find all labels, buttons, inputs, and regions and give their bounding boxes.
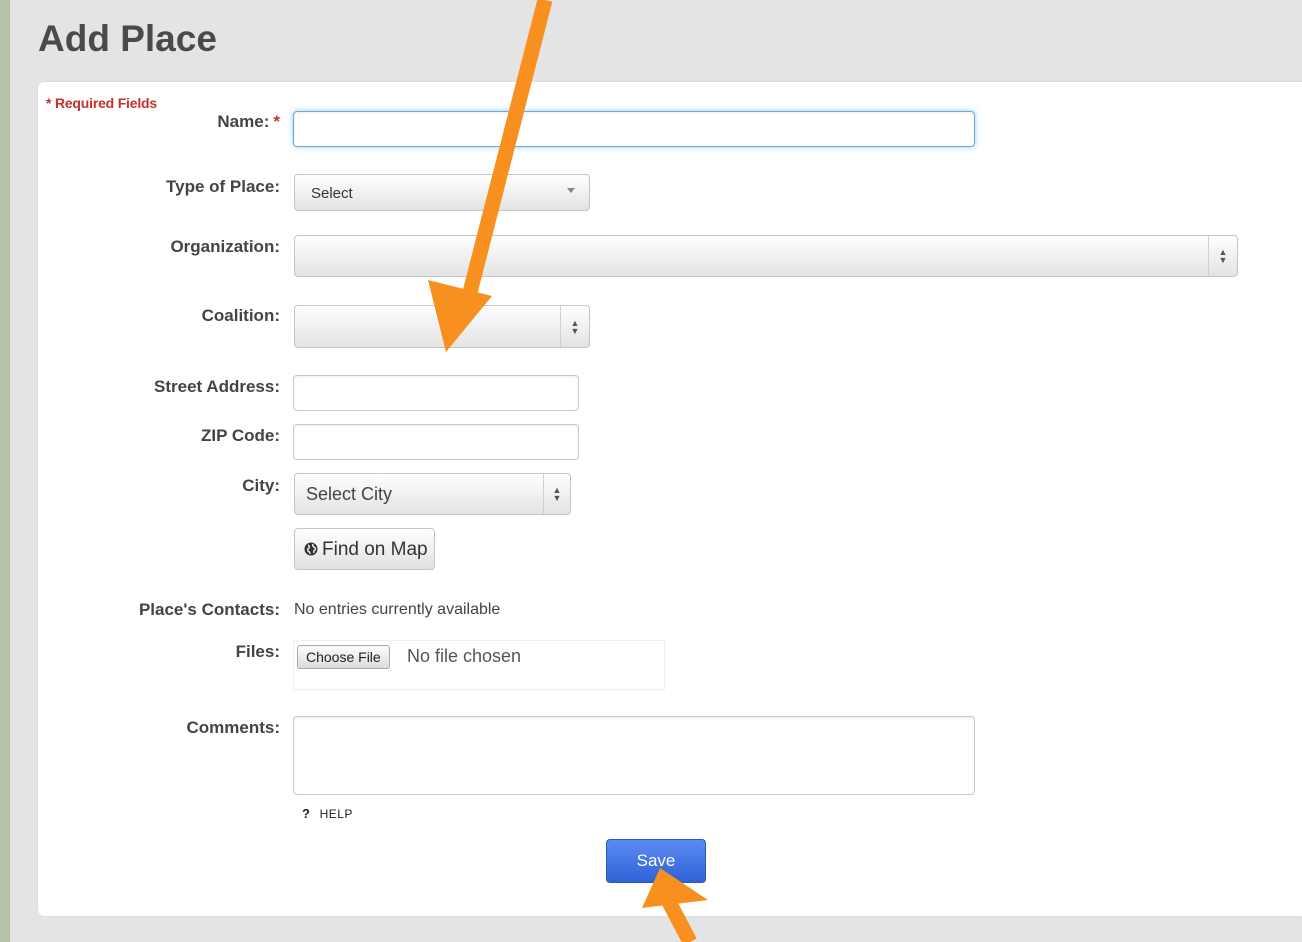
page-title: Add Place: [38, 18, 217, 59]
comments-textarea[interactable]: [293, 716, 975, 795]
select-divider: [1208, 236, 1209, 276]
organization-label: Organization:: [170, 237, 280, 256]
required-star: *: [273, 112, 280, 131]
globe-icon: [304, 542, 318, 556]
type-of-place-value: Select: [311, 185, 353, 202]
updown-arrows-icon: ▲ ▼: [570, 318, 580, 336]
place-contacts-label: Place's Contacts:: [138, 600, 280, 619]
coalition-select[interactable]: ▲ ▼: [294, 305, 590, 348]
file-status: No file chosen: [407, 646, 522, 666]
street-address-label: Street Address:: [154, 377, 280, 396]
type-of-place-select[interactable]: Select: [294, 174, 590, 211]
city-select[interactable]: Select City ▲ ▼: [294, 473, 571, 515]
help-link[interactable]: ? HELP: [302, 806, 353, 821]
choose-file-button[interactable]: Choose File: [297, 645, 390, 669]
name-input[interactable]: [293, 111, 975, 147]
select-divider: [543, 474, 544, 514]
organization-select[interactable]: ▲ ▼: [294, 235, 1238, 277]
save-button[interactable]: Save: [606, 839, 706, 883]
type-of-place-label: Type of Place:: [166, 177, 280, 196]
name-label-text: Name:: [217, 112, 270, 131]
city-value: Select City: [306, 484, 393, 504]
street-address-input[interactable]: [293, 375, 579, 411]
help-label: HELP: [319, 807, 353, 821]
zip-code-input[interactable]: [293, 424, 579, 460]
place-contacts-empty-text: No entries currently available: [294, 601, 501, 618]
select-divider: [560, 306, 561, 347]
find-on-map-label: Find on Map: [322, 539, 428, 560]
city-label: City:: [242, 476, 280, 495]
required-fields-note: * Required Fields: [46, 95, 157, 111]
zip-code-label: ZIP Code:: [200, 426, 280, 445]
comments-label: Comments:: [186, 718, 280, 737]
coalition-label: Coalition:: [201, 306, 280, 325]
updown-arrows-icon: ▲ ▼: [1218, 247, 1228, 265]
question-mark-icon: ?: [302, 806, 310, 821]
updown-arrows-icon: ▲ ▼: [552, 485, 562, 503]
find-on-map-button[interactable]: Find on Map: [294, 528, 435, 570]
files-label: Files:: [235, 642, 280, 661]
chevron-down-icon: [567, 188, 575, 193]
name-label: Name: *: [0, 112, 280, 132]
